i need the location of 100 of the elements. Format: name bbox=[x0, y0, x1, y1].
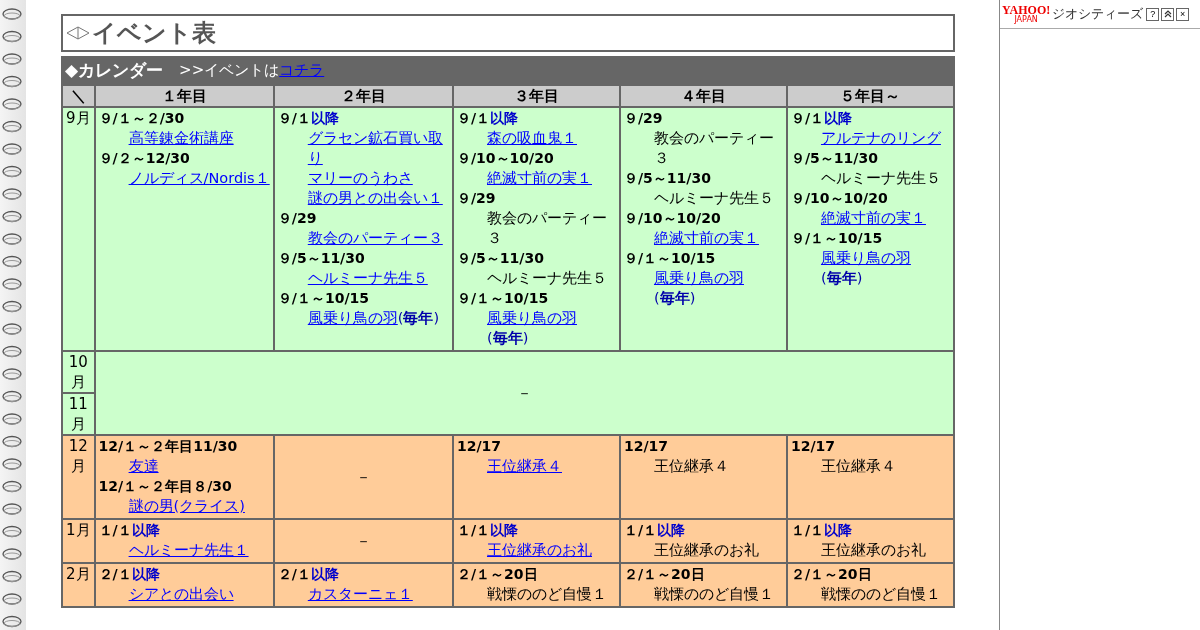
event-date: ９/１ bbox=[457, 110, 491, 126]
event-link[interactable]: アルテナのリング bbox=[820, 128, 941, 148]
event-name: 教会のパーティー３ bbox=[653, 130, 774, 166]
event-date: ９/5～11/30 bbox=[457, 250, 544, 266]
event-date: 12/１～２年目11/30 bbox=[98, 438, 238, 454]
event-date: ９/29 bbox=[457, 190, 496, 206]
month-cell: 1月 bbox=[62, 519, 95, 563]
empty-cell: － bbox=[94, 351, 954, 435]
date-note: 以降 bbox=[824, 110, 853, 126]
event-name: 教会のパーティー３ bbox=[487, 210, 607, 246]
yearly-note: (毎年) bbox=[397, 309, 440, 328]
event-date: 12/１～２年目８/30 bbox=[98, 478, 232, 494]
empty-cell: － bbox=[273, 519, 453, 563]
event-link[interactable]: グラセン鉱石買い取り bbox=[307, 128, 450, 168]
help-button[interactable]: ? bbox=[1146, 7, 1160, 21]
double-caret-icon bbox=[1163, 10, 1172, 18]
empty-cell: － bbox=[273, 435, 453, 519]
event-date: １/１ bbox=[623, 522, 658, 538]
event-link[interactable]: 絶滅寸前の実１ bbox=[653, 228, 759, 248]
event-link[interactable]: 風乗り鳥の羽 bbox=[653, 268, 744, 288]
event-link[interactable]: シアとの出会い bbox=[128, 584, 234, 604]
collapse-button[interactable] bbox=[1161, 7, 1175, 21]
event-date: 12/17 bbox=[457, 438, 502, 454]
event-date: 12/17 bbox=[623, 438, 669, 454]
event-date: ９/10～10/20 bbox=[623, 210, 721, 226]
event-link[interactable]: 教会のパーティー３ bbox=[307, 228, 443, 248]
close-button[interactable]: × bbox=[1176, 7, 1190, 21]
date-note: 以降 bbox=[657, 522, 686, 538]
event-date: ９/１～10/15 bbox=[277, 290, 369, 306]
date-note: 以降 bbox=[310, 110, 339, 126]
event-date: ９/29 bbox=[623, 110, 663, 126]
event-date: ２/１～20日 bbox=[457, 566, 538, 582]
yearly-note: (毎年) bbox=[487, 329, 529, 348]
event-date: ２/１～20日 bbox=[790, 566, 872, 582]
event-link[interactable]: 謎の男との出会い１ bbox=[307, 188, 443, 208]
event-link[interactable]: 風乗り鳥の羽 bbox=[820, 248, 911, 268]
event-link[interactable]: 風乗り鳥の羽 bbox=[307, 308, 398, 328]
event-link[interactable]: 絶滅寸前の実１ bbox=[487, 168, 592, 188]
page-title: イベント表 bbox=[92, 18, 216, 49]
event-name: 王位継承４ bbox=[653, 458, 729, 474]
event-name: 戦慄ののど自慢１ bbox=[820, 586, 941, 602]
event-link[interactable]: 高等錬金術講座 bbox=[128, 128, 234, 148]
column-header: ５年目～ bbox=[786, 85, 954, 107]
event-date: ９/１～10/15 bbox=[790, 230, 883, 246]
event-link[interactable]: 絶滅寸前の実１ bbox=[820, 208, 926, 228]
event-link[interactable]: カスターニェ１ bbox=[307, 584, 413, 604]
column-header: １年目 bbox=[94, 85, 274, 107]
event-date: ９/１ bbox=[790, 110, 825, 126]
logo-subtitle: JAPAN bbox=[1014, 16, 1038, 24]
date-note: 以降 bbox=[824, 522, 853, 538]
event-date: ２/１～20日 bbox=[623, 566, 705, 582]
column-header: ＼ bbox=[62, 85, 95, 107]
event-link[interactable]: 友達 bbox=[128, 456, 159, 476]
date-note: 以降 bbox=[490, 110, 519, 126]
event-name: 王位継承のお礼 bbox=[653, 542, 759, 558]
event-date: ２/１ bbox=[98, 566, 132, 582]
event-link[interactable]: 王位継承のお礼 bbox=[487, 540, 592, 560]
month-cell: 11月 bbox=[62, 393, 95, 435]
event-date: ９/29 bbox=[277, 210, 317, 226]
event-date: ２/１ bbox=[277, 566, 311, 582]
event-date: ９/5～11/30 bbox=[790, 150, 878, 166]
yearly-note: (毎年) bbox=[653, 289, 696, 308]
month-cell: 2月 bbox=[62, 563, 95, 607]
month-cell: 10月 bbox=[62, 351, 95, 393]
date-note: 以降 bbox=[310, 566, 339, 582]
event-link[interactable]: ヘルミーナ先生５ bbox=[307, 268, 428, 288]
event-date: ９/10～10/20 bbox=[457, 150, 554, 166]
month-cell: 12月 bbox=[62, 435, 95, 519]
event-date: 12/17 bbox=[790, 438, 836, 454]
event-link[interactable]: ヘルミーナ先生１ bbox=[128, 540, 249, 560]
date-note: 以降 bbox=[131, 566, 160, 582]
event-name: ヘルミーナ先生５ bbox=[487, 270, 607, 286]
date-note: 以降 bbox=[490, 522, 519, 538]
column-header: ２年目 bbox=[273, 85, 453, 107]
event-name: 戦慄ののど自慢１ bbox=[487, 586, 607, 602]
yahoo-logo: YAHOO! bbox=[1002, 4, 1051, 16]
event-link[interactable]: 風乗り鳥の羽 bbox=[487, 308, 577, 328]
date-note: 以降 bbox=[131, 522, 160, 538]
column-header: ４年目 bbox=[619, 85, 787, 107]
event-date: ９/１～10/15 bbox=[457, 290, 549, 306]
event-date: ９/１～２/30 bbox=[98, 110, 185, 126]
month-cell: 9月 bbox=[62, 107, 95, 351]
event-date: ９/5～11/30 bbox=[623, 170, 711, 186]
event-date: ９/5～11/30 bbox=[277, 250, 365, 266]
event-link[interactable]: ノルディス/Nordis１ bbox=[128, 168, 270, 188]
event-name: 戦慄ののど自慢１ bbox=[653, 586, 774, 602]
yearly-note: (毎年) bbox=[820, 269, 863, 288]
event-date: ９/１～10/15 bbox=[623, 250, 716, 266]
event-link[interactable]: マリーのうわさ bbox=[307, 168, 413, 188]
calendar-heading: ◆カレンダー bbox=[65, 58, 164, 82]
event-link[interactable]: 森の吸血鬼１ bbox=[487, 128, 577, 148]
event-date: ９/10～10/20 bbox=[790, 190, 888, 206]
event-link[interactable]: 王位継承４ bbox=[487, 456, 562, 476]
event-date: １/１ bbox=[98, 522, 132, 538]
service-name: ジオシティーズ bbox=[1052, 5, 1144, 23]
event-link[interactable]: 謎の男(クライス) bbox=[128, 496, 245, 516]
column-header: ３年目 bbox=[453, 85, 620, 107]
event-name: 王位継承４ bbox=[820, 458, 896, 474]
event-date: １/１ bbox=[790, 522, 825, 538]
event-lead-text: >>イベントは bbox=[179, 60, 280, 80]
